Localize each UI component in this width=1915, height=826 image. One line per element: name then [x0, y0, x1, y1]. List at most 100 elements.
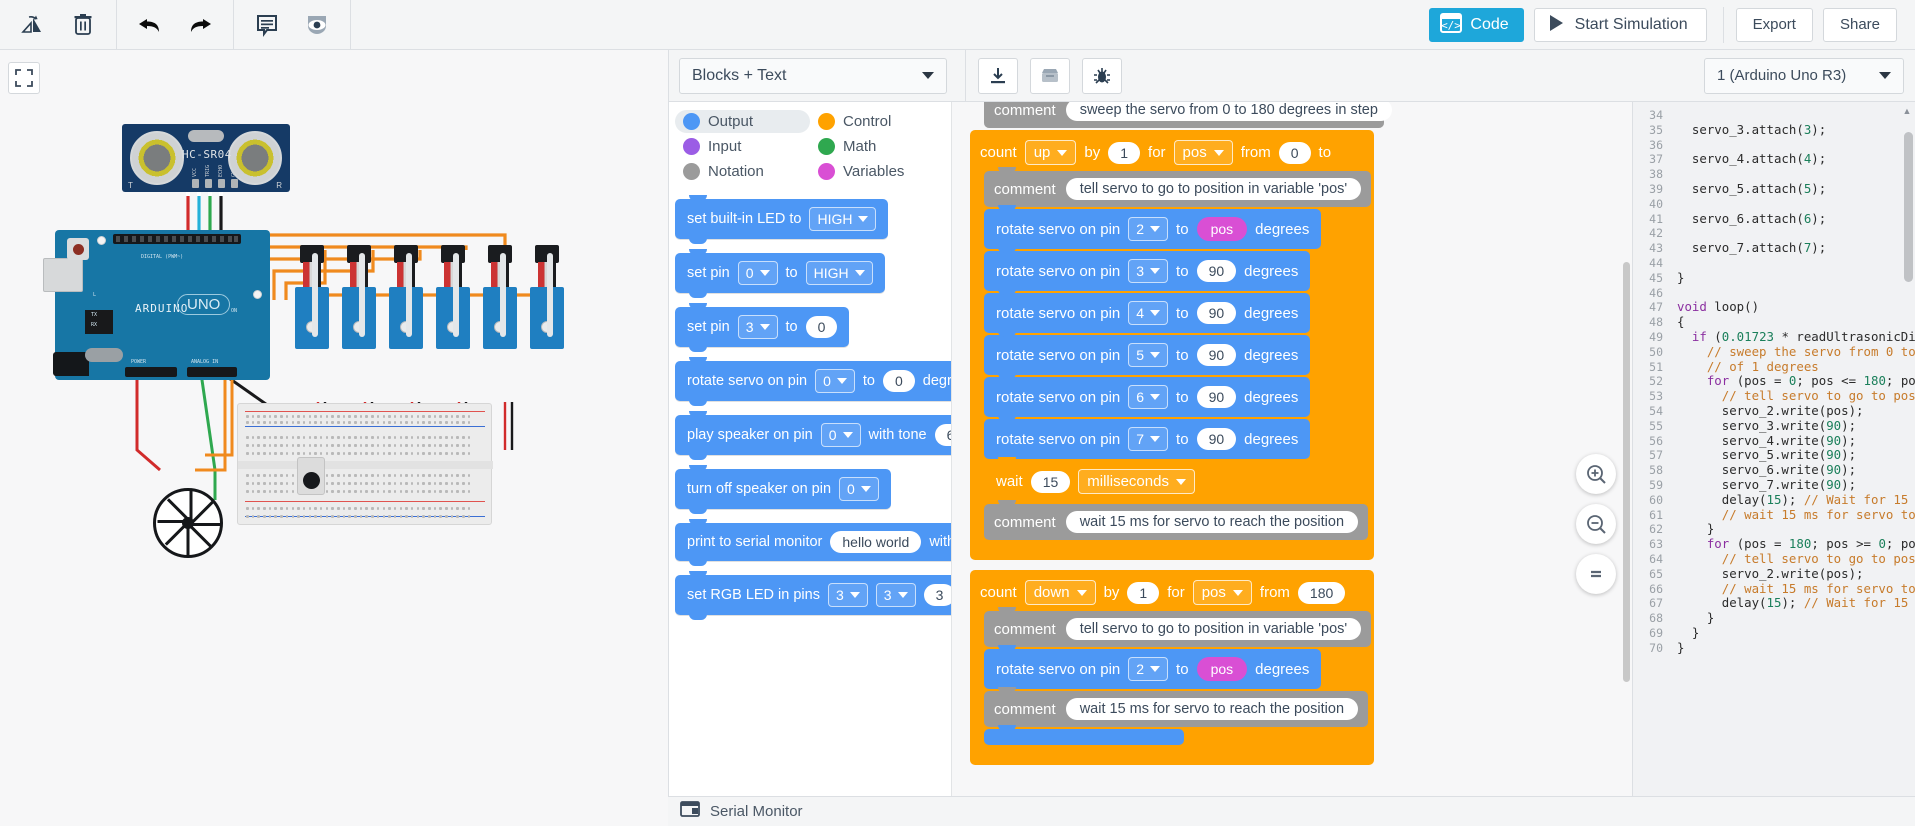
variable-chip[interactable]: pos: [1196, 657, 1248, 681]
circuit-canvas[interactable]: HC-SR04 VCC TRIG ECHO GND T R DIGITAL (P…: [0, 50, 668, 826]
degree-input[interactable]: 90: [1196, 260, 1237, 282]
rotate-servo-block[interactable]: rotate servo on pin 2 to pos degrees: [984, 645, 1322, 689]
workspace-comment[interactable]: comment tell servo to go to position in …: [984, 167, 1372, 207]
direction-dropdown[interactable]: up: [1024, 140, 1077, 165]
digital-pin-header[interactable]: [113, 234, 241, 244]
by-value-input[interactable]: 1: [1127, 581, 1160, 604]
pin-dropdown[interactable]: 4: [1128, 301, 1169, 325]
code-editor[interactable]: ▲ 34 35 36 37 38 39 40 41 42 43 44 45 46 47 48 49 50 51 52…: [1632, 102, 1915, 826]
comment-text[interactable]: tell servo to go to position in variable…: [1065, 618, 1362, 640]
degree-input[interactable]: 90: [1196, 386, 1237, 408]
loop-count-up-block[interactable]: count up by 1 for pos from 0 to comment …: [970, 130, 1374, 560]
block-number-input[interactable]: 3: [923, 584, 951, 606]
comment-text[interactable]: wait 15 ms for servo to reach the positi…: [1065, 511, 1359, 533]
download-icon[interactable]: [978, 57, 1018, 94]
blocks-workspace[interactable]: comment sweep the servo from 0 to 180 de…: [952, 102, 1632, 826]
palette-block-turn-off-speaker[interactable]: turn off speaker on pin 0: [675, 465, 891, 514]
pin-dropdown[interactable]: 5: [1128, 343, 1169, 367]
wait-block[interactable]: wait 15 milliseconds: [984, 457, 1207, 502]
rotate-servo-block[interactable]: rotate servo on pin 3 to 90 degrees: [984, 247, 1311, 291]
variable-dropdown[interactable]: pos: [1173, 140, 1233, 165]
rotate-servo-block[interactable]: rotate servo on pin 6 to 90 degrees: [984, 373, 1311, 417]
analog-header[interactable]: [187, 367, 237, 377]
zoom-out-icon[interactable]: [1576, 504, 1616, 544]
wait-unit-dropdown[interactable]: milliseconds: [1078, 469, 1195, 494]
direction-dropdown[interactable]: down: [1024, 580, 1096, 605]
variable-chip[interactable]: pos: [1196, 217, 1248, 241]
block-dropdown[interactable]: 0: [815, 369, 855, 393]
notes-icon[interactable]: [242, 0, 292, 50]
pin-dropdown[interactable]: 7: [1128, 427, 1169, 451]
servo-motor[interactable]: [389, 245, 423, 395]
block-dropdown[interactable]: 0: [737, 261, 778, 285]
palette-block-set-builtin-led[interactable]: set built-in LED to HIGH: [675, 195, 889, 244]
by-value-input[interactable]: 1: [1108, 141, 1141, 164]
block-number-input[interactable]: 60: [934, 424, 951, 446]
delete-icon[interactable]: [58, 0, 108, 50]
pin-dropdown[interactable]: 2: [1128, 657, 1169, 681]
loop-count-down-block[interactable]: count down by 1 for pos from 180 comment…: [970, 570, 1374, 765]
block-dropdown[interactable]: HIGH: [809, 207, 877, 231]
category-output[interactable]: Output: [675, 110, 810, 133]
editor-code-content[interactable]: servo_3.attach(3); servo_4.attach(4); se…: [1669, 102, 1915, 802]
block-text-input[interactable]: hello world: [830, 531, 922, 553]
degree-input[interactable]: 90: [1196, 302, 1237, 324]
variable-dropdown[interactable]: pos: [1192, 580, 1252, 605]
pin-dropdown[interactable]: 3: [1128, 259, 1169, 283]
category-notation[interactable]: Notation: [675, 160, 810, 183]
workspace-comment-top[interactable]: comment sweep the servo from 0 to 180 de…: [984, 102, 1392, 128]
servo-motor[interactable]: [436, 245, 470, 395]
block-dropdown[interactable]: 0: [839, 477, 879, 501]
block-dropdown[interactable]: 3: [827, 583, 868, 607]
servo-motor[interactable]: [530, 245, 564, 395]
category-math[interactable]: Math: [810, 135, 945, 158]
library-icon[interactable]: [1030, 57, 1070, 94]
ultrasonic-sensor[interactable]: HC-SR04 VCC TRIG ECHO GND T R: [122, 124, 290, 192]
start-simulation-button[interactable]: Start Simulation: [1533, 7, 1707, 42]
power-header[interactable]: [125, 367, 177, 377]
undo-icon[interactable]: [125, 0, 175, 50]
export-button[interactable]: Export: [1735, 7, 1813, 42]
rotate-icon[interactable]: [8, 0, 58, 50]
rotary-wheel-component[interactable]: [153, 488, 223, 558]
redo-icon[interactable]: [175, 0, 225, 50]
servo-motor[interactable]: [295, 245, 329, 395]
visibility-icon[interactable]: [292, 0, 342, 50]
reset-button[interactable]: [67, 238, 89, 260]
zoom-in-icon[interactable]: [1576, 454, 1616, 494]
block-dropdown[interactable]: 0: [820, 423, 861, 447]
potentiometer[interactable]: [297, 457, 325, 495]
comment-text[interactable]: wait 15 ms for servo to reach the positi…: [1065, 698, 1359, 720]
breadboard[interactable]: [237, 403, 493, 525]
zoom-reset-icon[interactable]: [1576, 554, 1616, 594]
wait-value-input[interactable]: 15: [1030, 470, 1071, 493]
rotate-servo-block[interactable]: rotate servo on pin 2 to pos degrees: [984, 205, 1322, 249]
serial-monitor-bar[interactable]: Serial Monitor: [668, 796, 1915, 826]
workspace-comment[interactable]: comment tell servo to go to position in …: [984, 607, 1372, 647]
block-dropdown[interactable]: 3: [875, 583, 916, 607]
from-value-input[interactable]: 180: [1297, 581, 1346, 604]
palette-block-set-pin-analog[interactable]: set pin 3 to 0: [675, 303, 850, 352]
debug-icon[interactable]: [1082, 57, 1122, 94]
palette-block-set-pin-digital[interactable]: set pin 0 to HIGH: [675, 249, 885, 298]
workspace-scrollbar[interactable]: [1623, 262, 1630, 682]
workspace-comment[interactable]: comment wait 15 ms for servo to reach th…: [984, 500, 1369, 540]
rotate-servo-block-partial[interactable]: [984, 725, 1184, 745]
board-select[interactable]: 1 (Arduino Uno R3): [1704, 57, 1904, 94]
block-number-input[interactable]: 0: [805, 316, 838, 338]
comment-text[interactable]: tell servo to go to position in variable…: [1065, 178, 1362, 200]
category-input[interactable]: Input: [675, 135, 810, 158]
degree-input[interactable]: 90: [1196, 428, 1237, 450]
palette-block-play-speaker[interactable]: play speaker on pin 0 with tone 60: [675, 411, 951, 460]
palette-block-rotate-servo[interactable]: rotate servo on pin 0 to 0 degree: [675, 357, 951, 406]
block-number-input[interactable]: 0: [883, 370, 915, 392]
pin-dropdown[interactable]: 2: [1128, 217, 1169, 241]
degree-input[interactable]: 90: [1196, 344, 1237, 366]
palette-block-set-rgb-led[interactable]: set RGB LED in pins 3 3 3: [675, 571, 951, 620]
from-value-input[interactable]: 0: [1278, 141, 1311, 164]
rotate-servo-block[interactable]: rotate servo on pin 7 to 90 degrees: [984, 415, 1311, 459]
category-control[interactable]: Control: [810, 110, 945, 133]
pin-dropdown[interactable]: 6: [1128, 385, 1169, 409]
rotate-servo-block[interactable]: rotate servo on pin 5 to 90 degrees: [984, 331, 1311, 375]
workspace-comment[interactable]: comment wait 15 ms for servo to reach th…: [984, 687, 1369, 727]
